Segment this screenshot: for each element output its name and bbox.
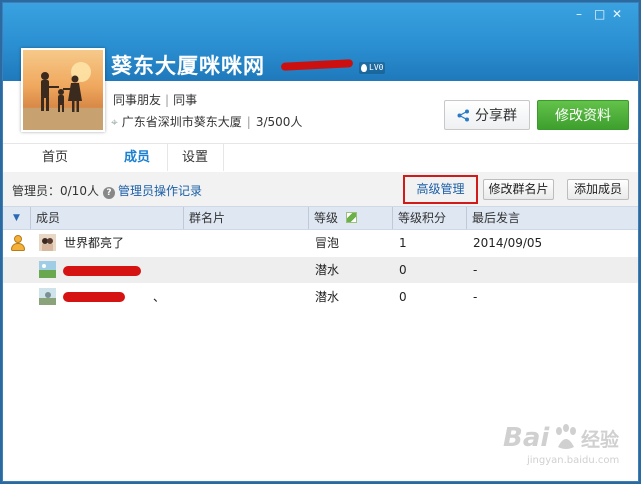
member-count: 3/500人 xyxy=(255,115,303,129)
member-avatar xyxy=(39,261,56,278)
tab-members[interactable]: 成员 xyxy=(107,144,168,172)
column-points[interactable]: 等级积分 xyxy=(392,207,446,229)
water-drop-icon xyxy=(361,64,367,72)
member-points: 0 xyxy=(399,290,407,304)
level-badge-text: LV0 xyxy=(369,63,384,72)
member-last-speak: - xyxy=(473,263,478,277)
admin-log-link[interactable]: 管理员操作记录 xyxy=(118,184,202,198)
member-level: 潜水 xyxy=(315,263,340,277)
group-tags: 同事朋友 | 同事 xyxy=(113,93,198,107)
member-level: 潜水 xyxy=(315,290,340,304)
tab-bar: 首页 成员 设置 xyxy=(3,143,638,173)
member-points: 0 xyxy=(399,263,407,277)
tag-item: 同事朋友 xyxy=(113,93,162,107)
add-member-button[interactable]: 添加成员 xyxy=(567,179,629,200)
edit-profile-button[interactable]: 修改资料 xyxy=(537,100,629,130)
table-row[interactable]: 潜水 0 - xyxy=(3,257,638,283)
help-icon[interactable]: ? xyxy=(102,187,115,199)
share-button-label: 分享群 xyxy=(475,108,517,124)
group-avatar[interactable] xyxy=(21,48,105,132)
column-level[interactable]: 等级 xyxy=(308,207,358,229)
tab-settings[interactable]: 设置 xyxy=(167,144,224,171)
admin-info: 管理员：0/10人? 管理员操作记录 xyxy=(12,182,202,199)
edit-level-icon[interactable] xyxy=(346,212,358,223)
baidu-jingyan-watermark: Bai 经验 jingyan.baidu.com xyxy=(481,411,638,481)
watermark-url: jingyan.baidu.com xyxy=(527,455,620,466)
column-level-label: 等级 xyxy=(314,211,339,225)
sort-arrow-icon[interactable]: ▼ xyxy=(13,207,20,229)
table-row[interactable]: 、 潜水 0 - xyxy=(3,284,638,310)
group-name: 葵东大厦咪咪网 xyxy=(111,54,265,78)
advanced-manage-button[interactable]: 高级管理 xyxy=(403,175,478,204)
table-row[interactable]: 世界都亮了 冒泡 1 2014/09/05 xyxy=(3,230,638,256)
admin-count: 管理员：0/10人 xyxy=(12,184,99,198)
share-group-button[interactable]: 分享群 xyxy=(444,100,530,130)
redacted-member-name xyxy=(63,292,125,302)
member-table-header: ▼ 成员 群名片 等级 等级积分 最后发言 xyxy=(3,206,638,230)
column-card[interactable]: 群名片 xyxy=(183,207,225,229)
members-toolbar: 管理员：0/10人? 管理员操作记录 高级管理 修改群名片 添加成员 xyxy=(3,172,638,206)
watermark-brand: Bai xyxy=(503,423,550,453)
location-text: 广东省深圳市葵东大厦 xyxy=(121,115,242,129)
column-member[interactable]: 成员 xyxy=(30,207,60,229)
watermark-suffix: 经验 xyxy=(581,429,620,451)
close-button[interactable]: ✕ xyxy=(612,7,622,21)
edit-card-button[interactable]: 修改群名片 xyxy=(483,179,554,200)
family-photo-icon xyxy=(23,62,103,130)
maximize-button[interactable]: □ xyxy=(594,7,605,21)
member-level: 冒泡 xyxy=(315,236,340,250)
location-pin-icon: ⌖ xyxy=(111,115,118,129)
member-last-speak: - xyxy=(473,290,478,304)
member-name: 世界都亮了 xyxy=(64,236,125,250)
member-last-speak: 2014/09/05 xyxy=(473,236,543,250)
column-last-speak[interactable]: 最后发言 xyxy=(466,207,520,229)
tab-home[interactable]: 首页 xyxy=(3,144,108,171)
member-name: 、 xyxy=(153,290,166,304)
group-level-badge: LV0 xyxy=(359,62,385,74)
tag-item: 同事 xyxy=(173,93,198,107)
member-points: 1 xyxy=(399,236,407,250)
group-window: – □ ✕ 葵东大厦咪咪网 LV0 同事朋友 | 同事 ⌖ 广东省深圳市葵东大厦 | 3 xyxy=(2,2,639,482)
paw-icon xyxy=(556,424,576,449)
redacted-member-name xyxy=(63,266,141,276)
share-icon xyxy=(457,109,469,121)
minimize-button[interactable]: – xyxy=(576,7,582,21)
member-avatar xyxy=(39,288,56,305)
group-owner-icon xyxy=(11,235,25,251)
group-location: ⌖ 广东省深圳市葵东大厦 | 3/500人 xyxy=(111,115,303,129)
member-avatar xyxy=(39,234,56,251)
